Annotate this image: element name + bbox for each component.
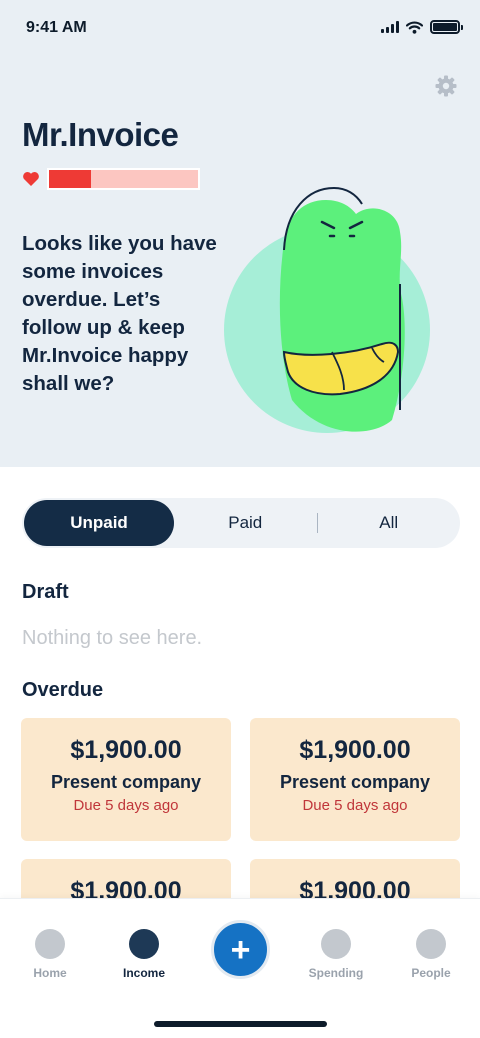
tab-all[interactable]: All [318,500,461,546]
invoice-card[interactable]: $1,900.00 Present company Due 5 days ago [21,718,231,841]
invoice-status-filter: Unpaid Paid All [22,498,460,548]
tab-home-label: Home [33,966,67,980]
heart-icon [23,172,39,186]
home-indicator [154,1021,327,1027]
overdue-message: Looks like you have some invoices overdu… [22,232,217,395]
bottom-tab-bar: Home Income + Spending People [0,898,480,1038]
tab-people-label: People [411,966,451,980]
settings-gear-icon[interactable] [434,74,458,98]
wifi-icon [406,20,423,34]
mascot-illustration [224,186,430,433]
tab-spending[interactable]: Spending [296,929,376,980]
tab-people[interactable]: People [391,929,471,980]
spending-icon [321,929,351,959]
tab-paid[interactable]: Paid [174,500,317,546]
invoice-amount: $1,900.00 [299,736,411,764]
tab-unpaid[interactable]: Unpaid [24,500,174,546]
battery-icon [430,20,463,34]
people-icon [416,929,446,959]
overdue-section-title: Overdue [22,679,104,701]
invoice-due-status: Due 5 days ago [73,797,179,814]
signal-icon [381,21,399,33]
tab-income[interactable]: Income [104,929,184,980]
invoice-amount: $1,900.00 [70,736,182,764]
tab-home[interactable]: Home [10,929,90,980]
invoice-company: Present company [279,772,431,792]
add-invoice-button[interactable]: + [211,920,270,979]
hero-section: 9:41 AM Mr.Invoice Looks like you have s… [0,0,480,467]
health-bar-fill [49,170,91,188]
draft-empty-text: Nothing to see here. [22,627,203,649]
tab-spending-label: Spending [308,966,364,980]
home-icon [35,929,65,959]
invoice-due-status: Due 5 days ago [302,797,408,814]
status-icons [381,20,463,34]
app-title: Mr.Invoice [22,116,179,153]
health-meter [22,168,200,190]
income-icon [129,929,159,959]
tab-income-label: Income [122,966,165,980]
invoice-card[interactable]: $1,900.00 Present company Due 5 days ago [250,718,460,841]
status-bar: 9:41 AM [0,0,480,58]
status-time: 9:41 AM [26,19,87,36]
health-bar [47,168,200,190]
draft-section-title: Draft [22,581,69,603]
invoice-company: Present company [50,772,202,792]
